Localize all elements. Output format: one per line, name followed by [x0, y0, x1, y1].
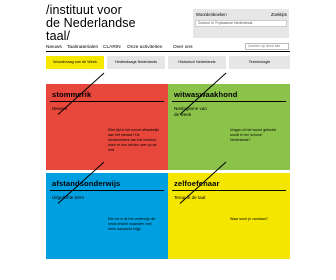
tile-stommerik[interactable]: stommerik Nieuws Elke tijd is het woord … [46, 72, 168, 170]
tile-witwaswaakhond[interactable]: witwaswaakhond Neologisme van de week Vr… [168, 72, 290, 170]
tile-subtitle: Terug in de taal [174, 195, 206, 200]
tile-divider [50, 101, 164, 102]
tile-divider [50, 190, 164, 191]
tab-historisch-nederlands[interactable]: Historisch Nederlands [168, 56, 226, 69]
nav-item-clarin[interactable]: CLARIN [103, 45, 121, 50]
nav-divider [46, 51, 290, 52]
tile-divider [172, 101, 286, 102]
tile-subtitle: Uitgelichte term [52, 195, 84, 200]
tile-afstandsonderwijs[interactable]: afstandsonderwijs Uitgelichte term Een t… [46, 161, 168, 259]
dictionary-search-input[interactable]: Zoeken in 'Fryslaanse Nederlands [195, 20, 287, 27]
nav-item-taalmaterialen[interactable]: Taalmaterialen [67, 45, 98, 50]
tile-description: Elke tijd is het woord afhankelijk aan h… [108, 128, 159, 152]
dictionary-label[interactable]: Woordenboeken [196, 12, 227, 17]
tile-divider [172, 190, 286, 191]
tile-subtitle: Nieuws [52, 106, 68, 111]
nav-item-nieuws[interactable]: Nieuws [46, 45, 62, 50]
site-search-input[interactable]: Zoeken op deze site [245, 43, 289, 50]
tile-description: Een term uit het onderwijs die sinds enk… [108, 217, 156, 231]
nav-item-over-ons[interactable]: Over ons [173, 45, 192, 50]
tile-description: Waar komt je vandaan? [230, 217, 268, 221]
site-logo[interactable]: /instituut voor de Nederlandse taal/ [46, 4, 196, 43]
nav-item-onze-activiteiten[interactable]: Onze activiteiten [127, 45, 162, 50]
tab-hedendaags-nederlands[interactable]: Hedendaags Nederlands [107, 56, 165, 69]
tile-subtitle: Neologisme van de week [174, 106, 207, 117]
search-tips-link[interactable]: Zoektips [271, 12, 287, 17]
tile-title: stommerik [52, 90, 92, 99]
tile-zelfoefenaar[interactable]: zelfoefenaar Terug in de taal Waar komt … [168, 161, 290, 259]
tile-title: afstandsonderwijs [52, 179, 121, 188]
tab-terminologie[interactable]: Terminologie [229, 56, 290, 69]
dictionary-search-panel: Woordenboeken Zoektips Zoeken in 'Frysla… [193, 9, 289, 38]
tile-description: Vragen of het woord gebruikt wordt in he… [230, 128, 277, 142]
logo-line-3: taal/ [46, 29, 71, 43]
tab-woordvraag[interactable]: Woordvraag van de Week [46, 56, 104, 69]
